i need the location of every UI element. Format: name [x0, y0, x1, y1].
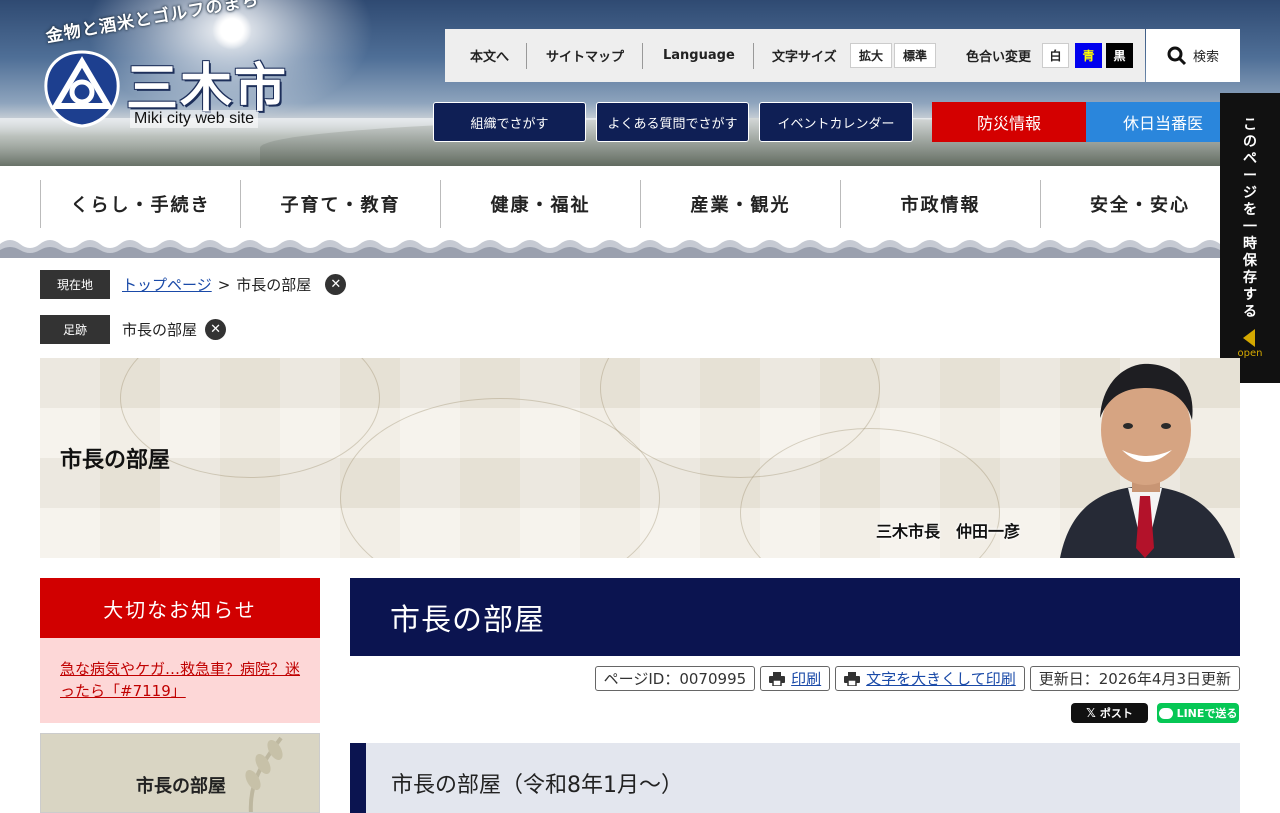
wave-divider	[0, 240, 1280, 258]
page-meta-row: ページID：0070995 印刷 文字を大きくして印刷 更新日：2026年4月3…	[594, 666, 1240, 691]
mayor-room-banner[interactable]: 市長の部屋	[40, 733, 320, 813]
section-heading-text: 市長の部屋（令和8年1月～）	[391, 773, 683, 798]
print-link[interactable]: 印刷	[791, 668, 821, 689]
mayor-caption: 三木市長 仲田一彦	[876, 522, 1021, 541]
page-title: 市長の部屋	[350, 578, 1240, 656]
print-large-button[interactable]: 文字を大きくして印刷	[835, 666, 1025, 691]
save-page-side-tab[interactable]: このページを一時保存する open	[1220, 93, 1280, 383]
notice-link-7119[interactable]: 急な病気やケガ…救急車？病院？迷ったら「#7119」	[60, 660, 300, 700]
gnav-item-health[interactable]: 健康・福祉	[440, 180, 640, 228]
color-change-label: 色合い変更	[966, 50, 1032, 65]
important-notice-box: 急な病気やケガ…救急車？病院？迷ったら「#7119」	[40, 638, 320, 723]
gnav-item-safety[interactable]: 安全・安心	[1040, 180, 1240, 228]
gnav-item-city-admin[interactable]: 市政情報	[840, 180, 1040, 228]
event-calendar-button[interactable]: イベントカレンダー	[759, 102, 913, 142]
mayor-hero-banner: 市長の部屋 三木市長 仲田一彦	[40, 358, 1240, 558]
updated-date-text: 更新日：2026年4月3日更新	[1038, 670, 1231, 688]
divider	[753, 43, 754, 69]
utility-bar: 本文へ サイトマップ Language 文字サイズ 拡大 標準 色合い変更 白 …	[445, 29, 1145, 82]
color-white-button[interactable]: 白	[1042, 43, 1069, 68]
holiday-doctor-button[interactable]: 休日当番医	[1086, 102, 1240, 142]
printer-icon	[844, 671, 861, 686]
history-trail: 市長の部屋 ✕	[122, 315, 227, 344]
gnav-item-childcare[interactable]: 子育て・教育	[240, 180, 440, 228]
x-post-label: ポスト	[1099, 707, 1133, 720]
history-label: 足跡	[40, 315, 110, 344]
page-id-text: ページID：0070995	[603, 670, 747, 688]
sitemap-link[interactable]: サイトマップ	[546, 29, 624, 82]
font-standard-button[interactable]: 標準	[894, 43, 936, 68]
hero-title: 市長の部屋	[60, 448, 171, 473]
open-arrow-icon	[1243, 329, 1255, 347]
current-location-label: 現在地	[40, 270, 110, 299]
updated-date-badge: 更新日：2026年4月3日更新	[1029, 666, 1240, 691]
breadcrumb-current: 市長の部屋	[236, 276, 312, 294]
site-subtitle: Miki city web site	[130, 110, 259, 128]
close-icon[interactable]: ✕	[205, 319, 227, 340]
print-button[interactable]: 印刷	[760, 666, 831, 691]
mayor-room-banner-label: 市長の部屋	[136, 776, 226, 797]
city-emblem-icon[interactable]	[42, 48, 122, 130]
divider	[642, 43, 643, 69]
search-by-faq-button[interactable]: よくある質問でさがす	[596, 102, 749, 142]
gnav-item-industry[interactable]: 産業・観光	[640, 180, 840, 228]
line-logo-icon	[1158, 707, 1173, 719]
line-share-label: LINEで送る	[1176, 707, 1238, 720]
close-icon[interactable]: ✕	[325, 274, 347, 295]
site-header: 金物と酒米とゴルフのまち 三木市 Miki city web site 本文へ …	[0, 0, 1280, 166]
disaster-info-button[interactable]: 防災情報	[932, 102, 1086, 142]
x-post-button[interactable]: 𝕏 ポスト	[1071, 703, 1148, 723]
font-size-label: 文字サイズ	[772, 50, 837, 65]
search-by-organization-button[interactable]: 組織でさがす	[433, 102, 586, 142]
page-id-badge: ページID：0070995	[594, 666, 756, 691]
search-label: 検索	[1192, 50, 1219, 65]
search-button[interactable]: 検索	[1146, 29, 1240, 82]
language-link[interactable]: Language	[663, 29, 735, 82]
skip-to-content-link[interactable]: 本文へ	[470, 29, 509, 82]
save-page-label: このページを一時保存する	[1243, 117, 1257, 320]
breadcrumb-separator: >	[217, 275, 231, 294]
printer-icon	[769, 671, 786, 686]
line-share-button[interactable]: LINEで送る	[1157, 703, 1239, 723]
gnav-item-life[interactable]: くらし・手続き	[40, 180, 240, 228]
color-blue-button[interactable]: 青	[1075, 43, 1102, 68]
global-nav: くらし・手続き 子育て・教育 健康・福祉 産業・観光 市政情報 安全・安心	[40, 180, 1240, 228]
section-heading: 市長の部屋（令和8年1月～）	[350, 743, 1240, 813]
mayor-photo	[1060, 363, 1235, 558]
history-item[interactable]: 市長の部屋	[122, 319, 197, 340]
search-icon	[1167, 46, 1187, 65]
divider	[526, 43, 527, 69]
breadcrumb-top-link[interactable]: トップページ	[122, 274, 212, 295]
color-black-button[interactable]: 黒	[1106, 43, 1133, 68]
breadcrumb: トップページ > 市長の部屋 ✕	[122, 270, 347, 299]
font-enlarge-button[interactable]: 拡大	[850, 43, 892, 68]
important-notice-heading: 大切なお知らせ	[40, 578, 320, 638]
x-logo-icon: 𝕏	[1086, 706, 1096, 720]
print-large-link[interactable]: 文字を大きくして印刷	[866, 668, 1016, 689]
